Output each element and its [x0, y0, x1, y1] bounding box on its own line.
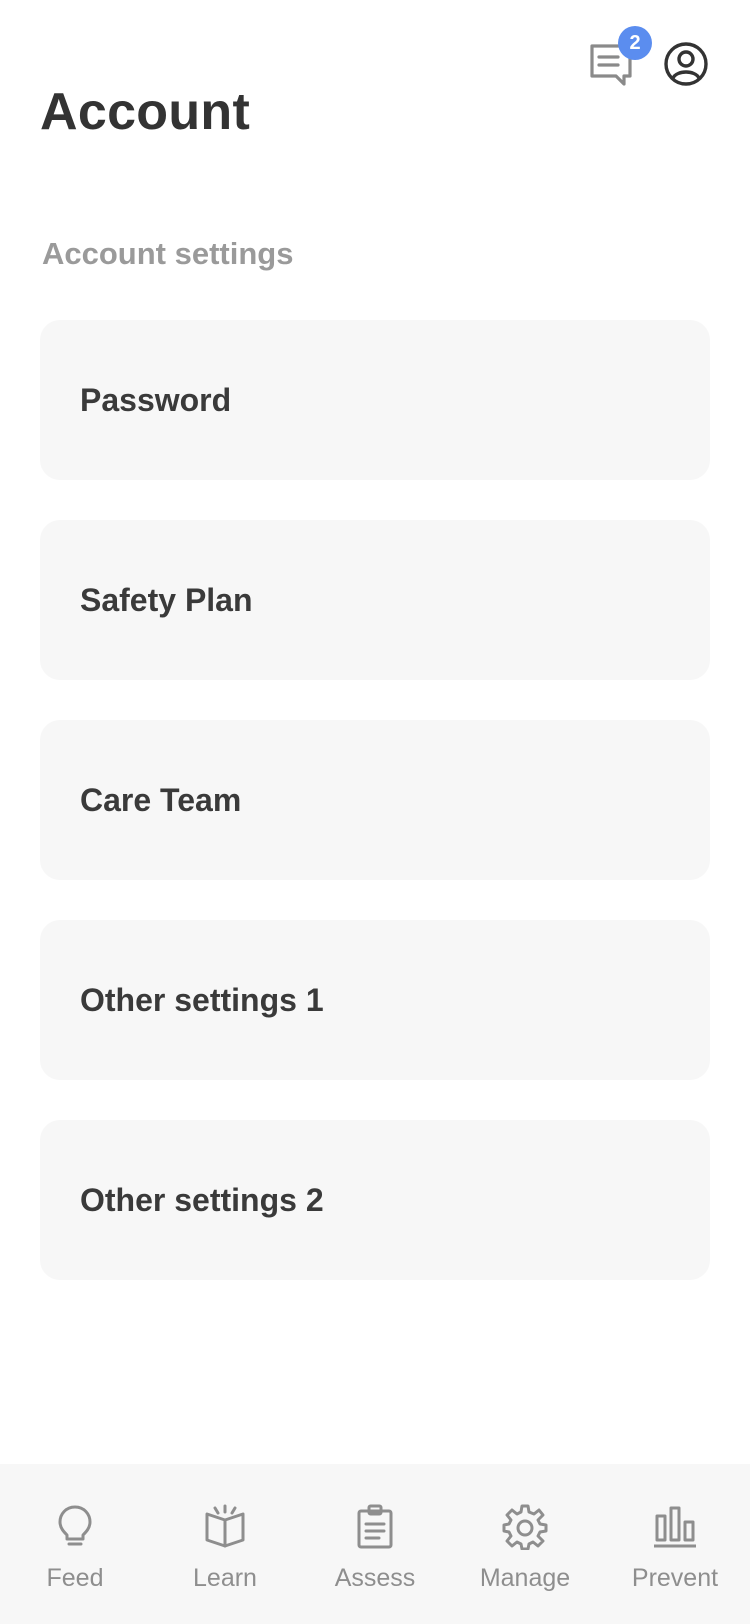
- header-actions: 2: [586, 26, 712, 90]
- clipboard-icon: [357, 1504, 393, 1549]
- messages-button[interactable]: 2: [586, 26, 652, 90]
- bar-chart-icon: [654, 1506, 696, 1548]
- notification-badge: 2: [618, 26, 652, 60]
- settings-item-label: Safety Plan: [80, 581, 253, 618]
- nav-item-manage[interactable]: Manage: [450, 1464, 600, 1624]
- nav-item-prevent[interactable]: Prevent: [600, 1464, 750, 1624]
- settings-item-password[interactable]: Password: [40, 320, 710, 480]
- settings-item-other-1[interactable]: Other settings 1: [40, 920, 710, 1080]
- settings-item-safety-plan[interactable]: Safety Plan: [40, 520, 710, 680]
- nav-item-assess[interactable]: Assess: [300, 1464, 450, 1624]
- lightbulb-icon: [58, 1505, 92, 1546]
- settings-item-label: Other settings 1: [80, 981, 324, 1018]
- bottom-nav: Feed Learn Assess Manage Prevent: [0, 1464, 750, 1624]
- gear-icon: [502, 1504, 548, 1550]
- user-circle-icon: [664, 42, 708, 86]
- open-book-icon: [205, 1504, 245, 1548]
- nav-label: Manage: [479, 1564, 571, 1592]
- nav-item-feed[interactable]: Feed: [0, 1464, 150, 1624]
- section-title: Account settings: [42, 236, 294, 271]
- nav-label: Prevent: [631, 1564, 719, 1592]
- settings-item-label: Other settings 2: [80, 1181, 324, 1218]
- nav-label: Learn: [193, 1564, 257, 1592]
- profile-button[interactable]: [660, 38, 712, 90]
- nav-item-learn[interactable]: Learn: [150, 1464, 300, 1624]
- nav-label: Feed: [46, 1564, 104, 1592]
- settings-list: Password Safety Plan Care Team Other set…: [40, 320, 710, 1320]
- settings-item-other-2[interactable]: Other settings 2: [40, 1120, 710, 1280]
- settings-item-care-team[interactable]: Care Team: [40, 720, 710, 880]
- page-title: Account: [40, 83, 251, 141]
- settings-item-label: Care Team: [80, 781, 242, 818]
- settings-item-label: Password: [80, 381, 232, 418]
- nav-label: Assess: [334, 1564, 416, 1592]
